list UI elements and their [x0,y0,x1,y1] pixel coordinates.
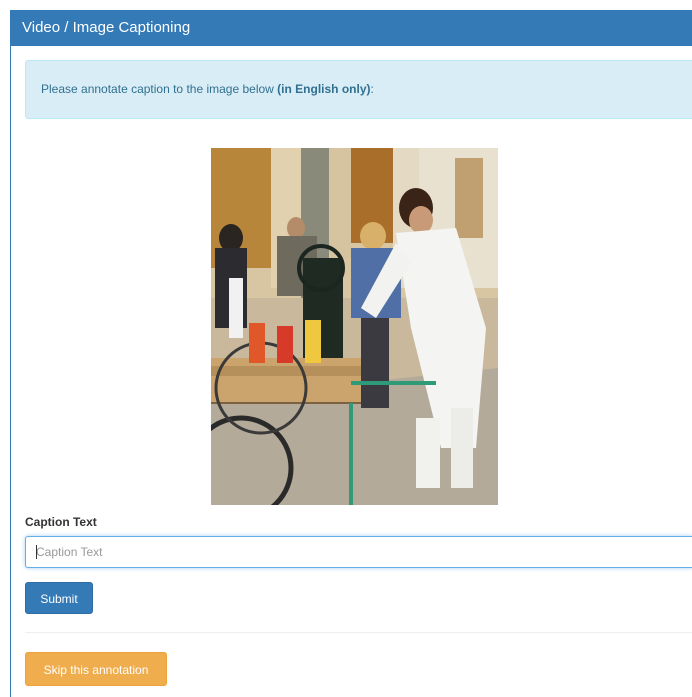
annotation-image [211,148,498,505]
caption-label: Caption Text [25,515,97,529]
instructions-emphasis: (in English only) [277,82,371,96]
instructions-suffix: : [370,82,374,96]
instructions-text: Please annotate caption to the image bel… [41,82,278,96]
divider [25,632,692,633]
skip-annotation-button[interactable]: Skip this annotation [25,652,167,686]
instructions-alert: Please annotate caption to the image bel… [25,60,692,119]
captioning-panel: Video / Image Captioning Please annotate… [10,10,692,697]
panel-title: Video / Image Captioning [11,10,692,46]
caption-input[interactable] [25,536,692,568]
submit-button[interactable]: Submit [25,582,93,614]
text-caret [36,545,37,559]
